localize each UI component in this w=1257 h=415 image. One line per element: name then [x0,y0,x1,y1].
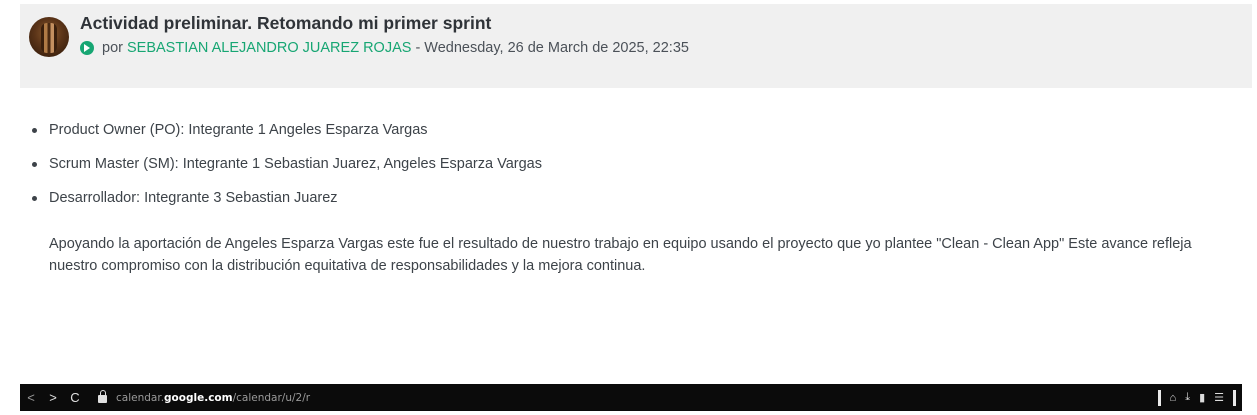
post-title: Actividad preliminar. Retomando mi prime… [80,13,492,33]
forward-button[interactable]: > [42,390,64,405]
url-path: /calendar/u/2/r [232,391,311,404]
list-item: Desarrollador: Integrante 3 Sebastian Ju… [30,188,1230,222]
post-header: Actividad preliminar. Retomando mi prime… [20,4,1252,88]
post-content: Product Owner (PO): Integrante 1 Angeles… [30,120,1230,277]
lock-icon [98,389,107,403]
toolbar-icons: ⌂ ⤓ ▮ ☰ [1157,389,1242,406]
by-prefix: por [102,40,123,56]
avatar[interactable] [29,17,69,57]
divider [1157,389,1161,406]
reload-button[interactable]: C [64,390,86,405]
url-domain: google.com [164,391,233,404]
list-item: Product Owner (PO): Integrante 1 Angeles… [30,120,1230,154]
divider [1233,389,1236,406]
profile-icon[interactable]: ⌂ [1170,392,1177,404]
back-button[interactable]: < [20,390,42,405]
battery-icon: ▮ [1199,392,1206,404]
roles-list: Product Owner (PO): Integrante 1 Angeles… [30,120,1230,222]
download-icon[interactable]: ⤓ [1185,391,1190,404]
post-paragraph: Apoyando la aportación de Angeles Esparz… [49,236,1192,274]
author-link[interactable]: SEBASTIAN ALEJANDRO JUAREZ ROJAS [127,40,411,56]
menu-icon[interactable]: ☰ [1214,391,1224,404]
list-item: Scrum Master (SM): Integrante 1 Sebastia… [30,154,1230,188]
arrow-right-icon [80,41,94,55]
byline-separator: - [415,40,421,56]
browser-bar: < > C calendar.google.com/calendar/u/2/r… [20,384,1242,411]
url-prefix: calendar. [116,391,165,404]
post-date: Wednesday, 26 de March de 2025, 22:35 [424,40,689,56]
url-field[interactable]: calendar.google.com/calendar/u/2/r [116,392,310,404]
byline: por SEBASTIAN ALEJANDRO JUAREZ ROJAS - Wed… [80,40,689,56]
